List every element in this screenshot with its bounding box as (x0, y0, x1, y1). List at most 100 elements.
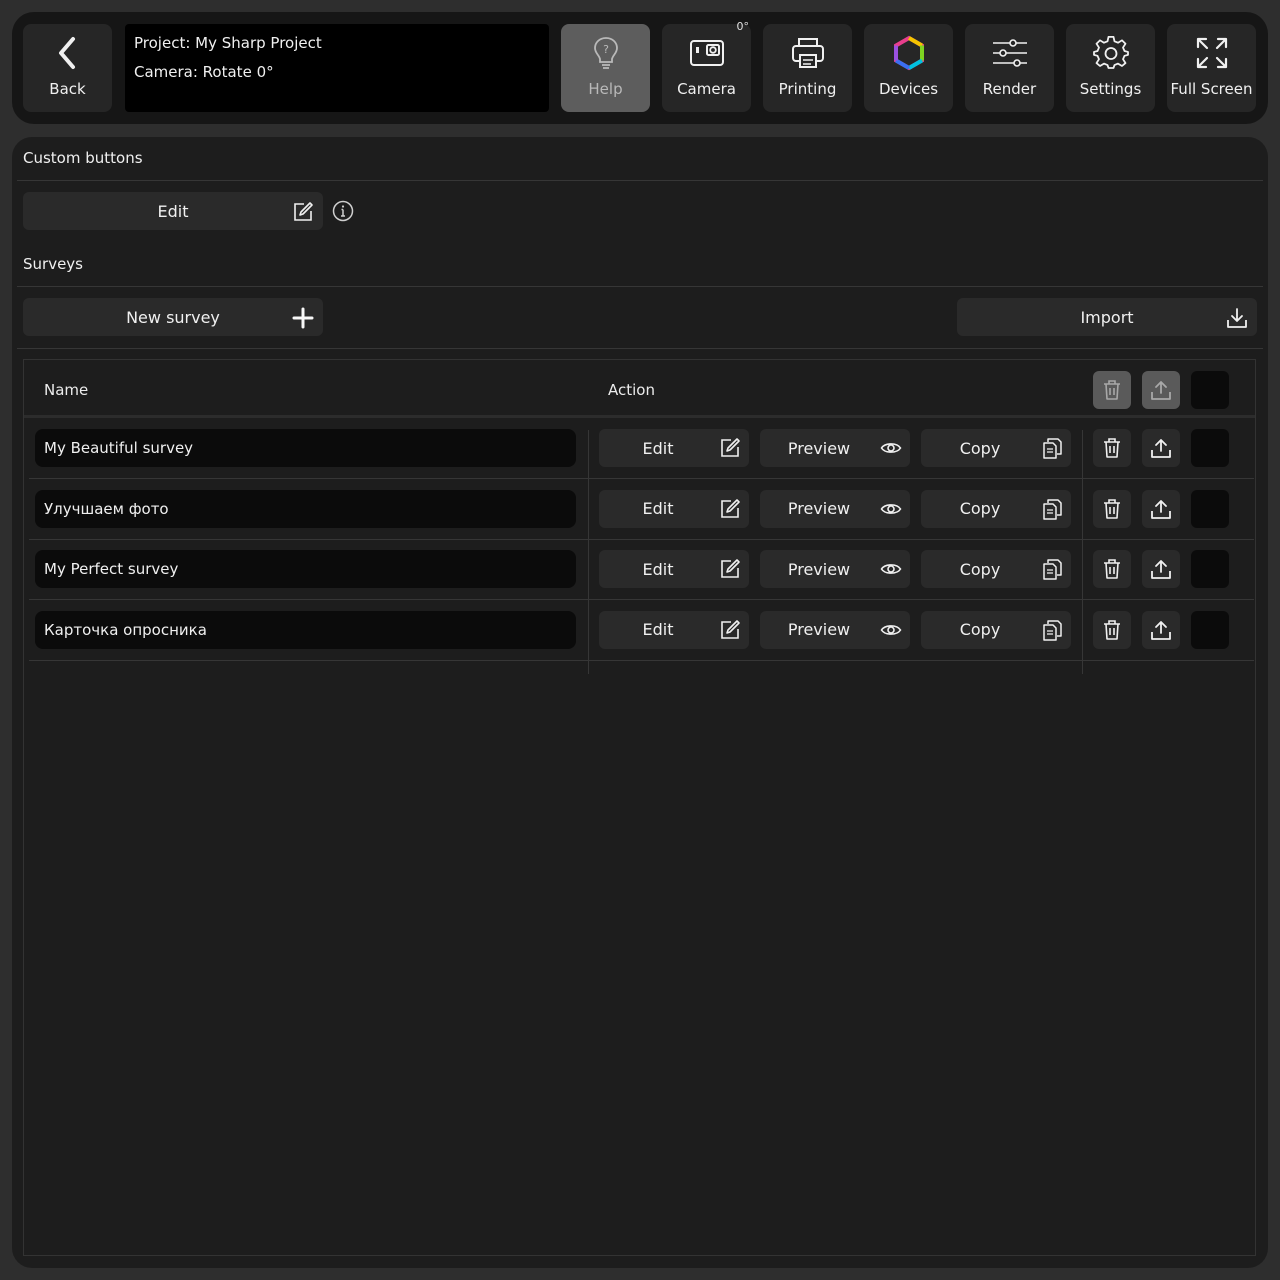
printing-label: Printing (778, 80, 837, 98)
survey-name: My Beautiful survey (44, 439, 194, 457)
custom-buttons-edit-label: Edit (157, 201, 189, 221)
info-icon[interactable] (332, 200, 354, 222)
devices-button[interactable]: Devices (864, 24, 953, 112)
copy-label: Copy (959, 620, 1001, 639)
settings-button[interactable]: Settings (1066, 24, 1155, 112)
fullscreen-button[interactable]: Full Screen (1167, 24, 1256, 112)
edit-icon (292, 201, 314, 223)
preview-survey-button[interactable]: Preview (760, 429, 910, 467)
edit-icon (719, 437, 741, 459)
export-all-button[interactable] (1142, 371, 1180, 409)
select-survey-checkbox[interactable] (1191, 489, 1229, 528)
upload-icon (1150, 498, 1172, 520)
trash-icon (1102, 379, 1122, 401)
edit-survey-button[interactable]: Edit (599, 429, 749, 467)
copy-icon (1041, 437, 1063, 459)
camera-status: Camera: Rotate 0° (134, 63, 274, 81)
trash-icon (1102, 498, 1122, 520)
edit-label: Edit (642, 620, 674, 639)
plus-icon (292, 307, 314, 329)
eye-icon (880, 437, 902, 459)
column-header-action: Action (608, 381, 655, 399)
select-survey-checkbox[interactable] (1191, 610, 1229, 649)
download-icon (1226, 307, 1248, 329)
export-survey-button[interactable] (1142, 489, 1180, 528)
select-survey-checkbox[interactable] (1191, 429, 1229, 467)
back-button[interactable]: Back (23, 24, 112, 112)
preview-label: Preview (787, 438, 851, 458)
delete-survey-button[interactable] (1093, 550, 1131, 588)
upload-icon (1150, 437, 1172, 459)
printer-icon (790, 35, 826, 71)
render-button[interactable]: Render (965, 24, 1054, 112)
render-label: Render (982, 80, 1037, 98)
copy-survey-button[interactable]: Copy (921, 610, 1071, 649)
table-row: My Beautiful survey Edit Preview Copy (24, 419, 1254, 479)
printing-button[interactable]: Printing (763, 24, 852, 112)
expand-icon (1194, 35, 1230, 71)
copy-icon (1041, 619, 1063, 641)
import-button[interactable]: Import (957, 298, 1257, 336)
help-button[interactable]: ? Help (561, 24, 650, 112)
top-toolbar: Back Project: My Sharp Project Camera: R… (12, 12, 1268, 124)
preview-survey-button[interactable]: Preview (760, 550, 910, 588)
survey-name-field[interactable]: My Perfect survey (35, 550, 576, 588)
preview-label: Preview (787, 559, 851, 579)
custom-buttons-edit-button[interactable]: Edit (23, 192, 323, 230)
delete-all-button[interactable] (1093, 371, 1131, 409)
settings-label: Settings (1079, 80, 1142, 98)
table-row: Улучшаем фото Edit Preview Copy (24, 480, 1254, 540)
camera-label: Camera (677, 80, 736, 98)
edit-survey-button[interactable]: Edit (599, 610, 749, 649)
export-survey-button[interactable] (1142, 610, 1180, 649)
export-survey-button[interactable] (1142, 429, 1180, 467)
edit-icon (719, 619, 741, 641)
project-info-panel: Project: My Sharp Project Camera: Rotate… (125, 24, 549, 112)
copy-icon (1041, 558, 1063, 580)
select-survey-checkbox[interactable] (1191, 550, 1229, 588)
copy-label: Copy (959, 499, 1001, 518)
project-name: Project: My Sharp Project (134, 34, 322, 52)
header-divider (24, 415, 1255, 418)
chevron-left-icon (53, 35, 83, 71)
camera-button[interactable]: 0° Camera (662, 20, 751, 112)
survey-name-field[interactable]: Улучшаем фото (35, 489, 576, 528)
trash-icon (1102, 558, 1122, 580)
svg-text:?: ? (603, 43, 609, 56)
copy-survey-button[interactable]: Copy (921, 429, 1071, 467)
delete-survey-button[interactable] (1093, 489, 1131, 528)
edit-survey-button[interactable]: Edit (599, 489, 749, 528)
survey-name-field[interactable]: Карточка опросника (35, 610, 576, 649)
export-survey-button[interactable] (1142, 550, 1180, 588)
edit-icon (719, 558, 741, 580)
edit-label: Edit (642, 438, 674, 458)
divider (17, 286, 1263, 287)
eye-icon (880, 558, 902, 580)
survey-name-field[interactable]: My Beautiful survey (35, 429, 576, 467)
eye-icon (880, 619, 902, 641)
surveys-table: Name Action My Beautiful survey Edit Pre… (23, 359, 1256, 1256)
new-survey-label: New survey (126, 307, 220, 327)
edit-survey-button[interactable]: Edit (599, 550, 749, 588)
delete-survey-button[interactable] (1093, 429, 1131, 467)
surveys-title: Surveys (23, 255, 83, 273)
new-survey-button[interactable]: New survey (23, 298, 323, 336)
sliders-icon (991, 35, 1029, 71)
upload-icon (1150, 619, 1172, 641)
preview-survey-button[interactable]: Preview (760, 489, 910, 528)
edit-label: Edit (642, 559, 674, 579)
trash-icon (1102, 619, 1122, 641)
copy-survey-button[interactable]: Copy (921, 550, 1071, 588)
survey-name: My Perfect survey (44, 560, 179, 578)
survey-name: Карточка опросника (44, 620, 207, 639)
preview-survey-button[interactable]: Preview (760, 610, 910, 649)
divider (17, 180, 1263, 181)
preview-label: Preview (787, 620, 851, 639)
trash-icon (1102, 437, 1122, 459)
select-all-checkbox[interactable] (1191, 371, 1229, 409)
copy-label: Copy (959, 559, 1001, 579)
delete-survey-button[interactable] (1093, 610, 1131, 649)
copy-survey-button[interactable]: Copy (921, 489, 1071, 528)
upload-icon (1150, 379, 1172, 401)
help-label: Help (588, 80, 623, 98)
